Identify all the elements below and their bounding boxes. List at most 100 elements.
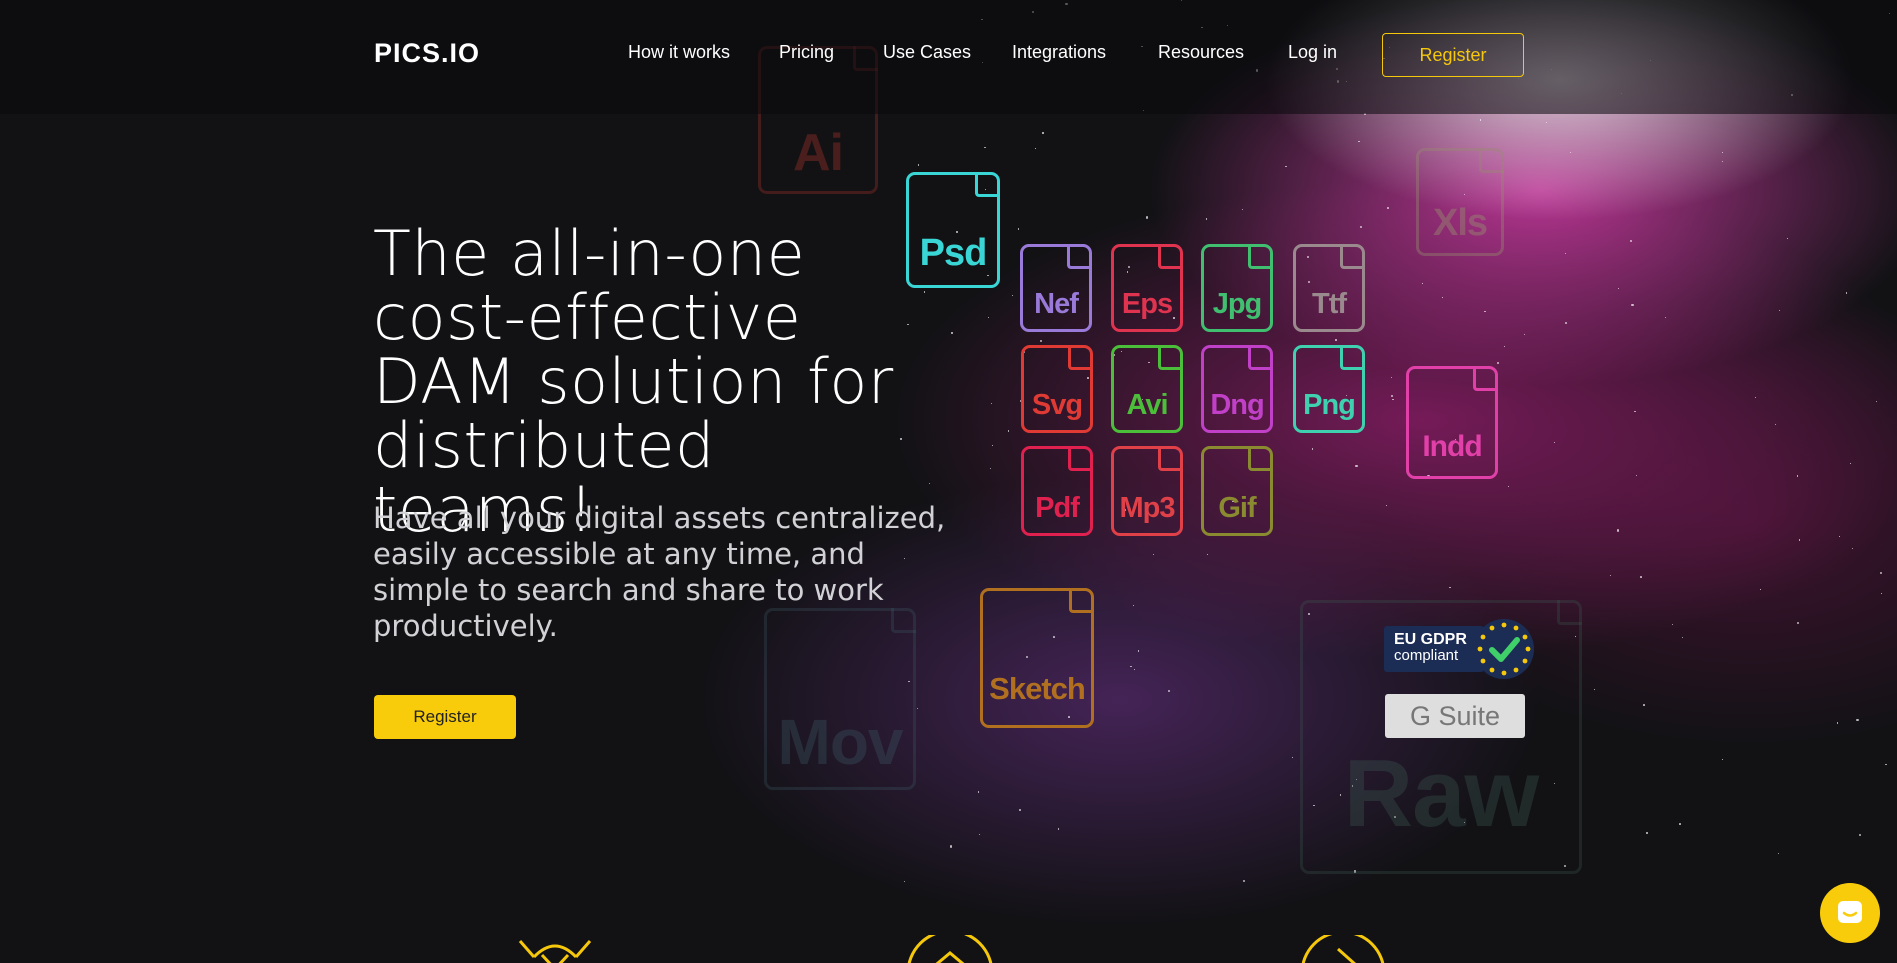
star (1011, 295, 1013, 297)
star (1134, 668, 1136, 670)
star (1241, 208, 1244, 211)
nav-resources[interactable]: Resources (1158, 42, 1244, 63)
star (1524, 333, 1526, 335)
star (1634, 410, 1636, 413)
star (1875, 401, 1877, 403)
star (1554, 442, 1556, 443)
star (1779, 310, 1781, 312)
star (1017, 228, 1020, 230)
file-icon-pdf: Pdf (1021, 446, 1093, 536)
star (1836, 722, 1838, 724)
star (1385, 504, 1387, 506)
star (1546, 122, 1548, 124)
star (1858, 834, 1861, 837)
star (1496, 361, 1499, 364)
site-header: PICS.IO How it works Pricing Use Cases I… (0, 0, 1897, 114)
star (1672, 623, 1674, 625)
star (977, 790, 980, 793)
star (988, 317, 990, 319)
star (984, 146, 986, 149)
star (1422, 283, 1424, 285)
star (1035, 148, 1036, 149)
file-icon-ttf: Ttf (1293, 244, 1365, 332)
nav-integrations[interactable]: Integrations (1012, 42, 1106, 63)
star (1665, 316, 1667, 318)
star (1130, 665, 1132, 668)
chat-button[interactable] (1820, 883, 1880, 943)
star (1391, 377, 1393, 379)
file-icon-mp3: Mp3 (1111, 446, 1183, 536)
star (1852, 548, 1854, 550)
star (1479, 118, 1482, 121)
file-icon-svg: Svg (1021, 345, 1093, 433)
nav-pricing[interactable]: Pricing (779, 42, 834, 63)
star (1205, 218, 1208, 220)
star (1285, 165, 1287, 168)
star (1504, 345, 1505, 347)
feature-house-icon (904, 929, 996, 963)
star (1856, 718, 1859, 722)
feature-bull-icon (512, 935, 598, 963)
file-icon-jpg: Jpg (1201, 244, 1273, 332)
star (1355, 464, 1358, 468)
eu-stars-check-icon (1474, 619, 1534, 679)
star (978, 833, 980, 835)
file-icon-xls: Xls (1416, 148, 1504, 256)
star (1132, 604, 1134, 606)
file-icon-eps: Eps (1111, 244, 1183, 332)
star (1167, 689, 1170, 693)
nav-how-it-works[interactable]: How it works (628, 42, 730, 63)
star (1796, 621, 1800, 624)
star (1721, 160, 1724, 162)
star (1040, 340, 1043, 343)
star (1629, 240, 1633, 243)
nav-use-cases[interactable]: Use Cases (883, 42, 971, 63)
star (1390, 394, 1393, 398)
star (1679, 823, 1681, 825)
star (1358, 140, 1360, 143)
star (1797, 475, 1799, 477)
star (1880, 592, 1882, 594)
register-button-hero[interactable]: Register (374, 695, 516, 739)
star (951, 332, 953, 334)
star (1639, 576, 1642, 578)
star (1391, 398, 1394, 401)
hero-title: The all-in-one cost-effective DAM soluti… (373, 217, 894, 546)
star (990, 402, 992, 404)
star (1565, 321, 1568, 324)
star (1484, 310, 1487, 313)
star (1617, 287, 1619, 289)
hero-subtitle: Have all your digital assets centralized… (373, 501, 946, 643)
star (1682, 637, 1684, 639)
logo[interactable]: PICS.IO (374, 38, 480, 69)
star (917, 164, 920, 166)
star (1335, 339, 1337, 342)
register-button-header[interactable]: Register (1382, 33, 1524, 77)
star (1722, 151, 1723, 153)
file-icon-nef: Nef (1020, 244, 1092, 332)
star (1360, 226, 1363, 229)
file-icon-psd: Psd (906, 172, 1000, 288)
chat-icon (1838, 901, 1862, 923)
star (1311, 447, 1314, 450)
star (1609, 575, 1611, 577)
star (1777, 853, 1780, 855)
nav-log-in[interactable]: Log in (1288, 42, 1337, 63)
star (1007, 430, 1010, 432)
star (1845, 292, 1847, 294)
star (1206, 553, 1208, 555)
file-icon-indd: Indd (1406, 366, 1498, 479)
star (949, 845, 952, 848)
gsuite-badge: G Suite (1385, 694, 1525, 738)
star (991, 445, 993, 446)
star (1722, 758, 1724, 760)
star (1508, 486, 1509, 487)
star (1570, 151, 1572, 153)
star (1042, 132, 1044, 134)
gsuite-badge-label: G Suite (1409, 700, 1501, 731)
file-icon-avi: Avi (1111, 345, 1183, 433)
star (1243, 879, 1246, 882)
file-icon-dng: Dng (1201, 345, 1273, 433)
star (1292, 756, 1294, 758)
star (1057, 828, 1060, 830)
